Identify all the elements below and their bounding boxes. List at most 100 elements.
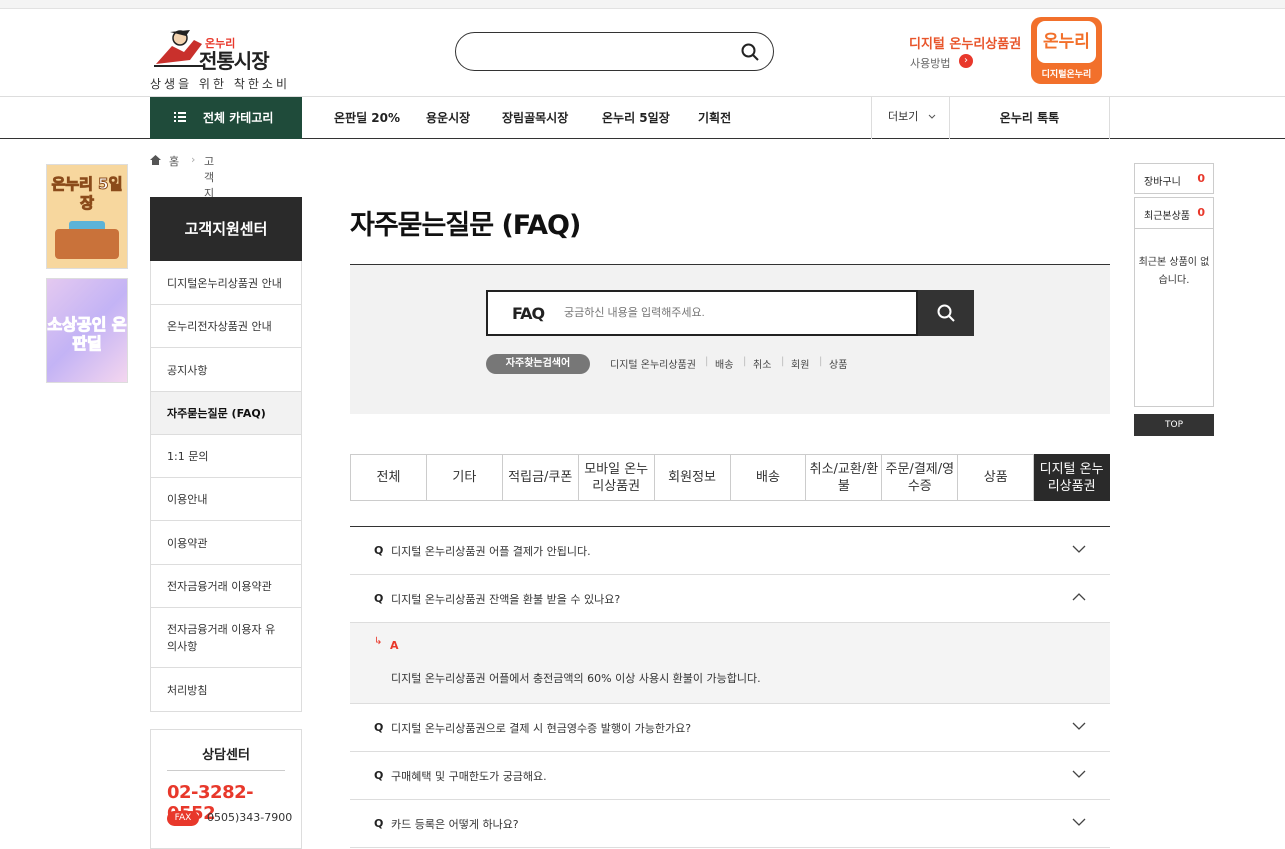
tab-delivery[interactable]: 배송 (730, 454, 807, 501)
faq-q-label: Q (374, 817, 384, 830)
faq-answer: ↳ A 디지털 온누리상품권 어플에서 충전금액의 60% 이상 사용시 환불이… (350, 623, 1110, 704)
nav-item-yongun[interactable]: 용운시장 (426, 97, 470, 139)
nav-item-janglim[interactable]: 장림골목시장 (502, 97, 568, 139)
sidebar-item-terms[interactable]: 이용약관 (150, 521, 302, 565)
recent-products-box: 최근본상품 0 최근본 상품이 없습니다. (1134, 197, 1214, 407)
faq-item[interactable]: Q 디지털 온누리상품권 잔액을 환불 받을 수 있나요? (350, 575, 1110, 623)
sidebar-item-finance-terms[interactable]: 전자금융거래 이용약관 (150, 565, 302, 608)
keyword-item[interactable]: 디지털 온누리상품권 (610, 356, 696, 371)
nav-more-label: 더보기 (888, 110, 919, 123)
breadcrumb-home[interactable]: 홈 (169, 153, 179, 169)
top-strip (0, 0, 1285, 9)
tab-all[interactable]: 전체 (350, 454, 427, 501)
chevron-down-icon (1072, 722, 1086, 730)
faq-search-input[interactable] (564, 304, 904, 322)
banner-onpandeal[interactable]: 소상공인 온판딜 (46, 278, 128, 383)
nav-item-onpandeal[interactable]: 온판딜 20% (334, 97, 400, 139)
main-nav: 전체 카테고리 온판딜 20% 용운시장 장림골목시장 온누리 5일장 기획전 … (0, 96, 1285, 139)
faq-item[interactable]: Q 구매혜택 및 구매한도가 궁금해요. (350, 752, 1110, 800)
sidebar-item-privacy[interactable]: 처리방침 (150, 668, 302, 712)
promo-card[interactable]: 온누리 디지털온누리 (1031, 17, 1102, 84)
faq-item[interactable]: Q 디지털 온누리상품권으로 결제 시 현금영수증 발행이 가능한가요? (350, 704, 1110, 752)
sidebar-item-inquiry[interactable]: 1:1 문의 (150, 435, 302, 478)
keyword-separator: | (705, 356, 709, 367)
nav-talk-button[interactable]: 온누리 톡톡 (950, 97, 1110, 139)
search-icon (937, 304, 955, 322)
keyword-item[interactable]: 취소 (753, 356, 771, 371)
recent-label[interactable]: 최근본상품 (1144, 207, 1190, 222)
breadcrumb-separator: › (191, 153, 196, 166)
sidebar-item-digital-voucher[interactable]: 디지털온누리상품권 안내 (150, 261, 302, 305)
chevron-down-icon (1072, 545, 1086, 553)
chevron-down-icon (1072, 818, 1086, 826)
banner-5day-label: 온누리 5일장 (51, 175, 123, 213)
recent-count: 0 (1197, 206, 1205, 219)
nav-item-5day[interactable]: 온누리 5일장 (602, 97, 670, 139)
faq-question: 카드 등록은 어떻게 하나요? (391, 818, 519, 831)
nav-more-button[interactable]: 더보기 (871, 97, 950, 139)
faq-search-label: FAQ (512, 304, 545, 323)
faq-search-area: FAQ 자주찾는검색어 디지털 온누리상품권 | 배송 | 취소 | 회원 | … (350, 264, 1110, 414)
all-category-button[interactable]: 전체 카테고리 (150, 97, 302, 139)
search-icon[interactable] (740, 42, 760, 62)
customer-center-box: 상담센터 02-3282-0552 FAX 0505)343-7900 (150, 729, 302, 849)
fax-badge: FAX (167, 811, 199, 826)
header-search-input[interactable] (474, 42, 724, 62)
logo-tagline: 상생을 위한 착한소비 (150, 77, 290, 91)
faq-search-button[interactable] (918, 290, 974, 336)
recent-divider (1135, 228, 1213, 229)
banner-stall (55, 229, 119, 259)
cart-count: 0 (1197, 172, 1205, 185)
promo-title[interactable]: 디지털 온누리상품권 (909, 33, 1021, 52)
faq-item[interactable]: Q 카드 등록은 어떻게 하나요? (350, 800, 1110, 848)
faq-question: 디지털 온누리상품권 어플 결제가 안됩니다. (391, 545, 591, 558)
faq-tabs: 전체 기타 적립금/쿠폰 모바일 온누리상품권 회원정보 배송 취소/교환/환불… (350, 454, 1111, 501)
tab-etc[interactable]: 기타 (426, 454, 503, 501)
cart-label: 장바구니 (1144, 177, 1181, 188)
promo-how-link[interactable]: 사용방법 (910, 55, 950, 71)
keyword-item[interactable]: 회원 (791, 356, 809, 371)
chevron-up-icon (1072, 593, 1086, 601)
cart-box[interactable]: 장바구니 0 (1134, 163, 1214, 194)
arrow-right-icon[interactable]: › (959, 54, 973, 68)
promo-card-label: 디지털온누리 (1041, 70, 1092, 80)
faq-item[interactable]: Q 디지털 온누리상품권 어플 결제가 안됩니다. (350, 527, 1110, 575)
tab-order-payment[interactable]: 주문/결제/영수증 (882, 454, 959, 501)
logo-main: 전통시장 (199, 49, 270, 73)
tab-digital-voucher[interactable]: 디지털 온누리상품권 (1034, 454, 1111, 501)
faq-q-label: Q (374, 769, 384, 782)
faq-q-label: Q (374, 544, 384, 557)
faq-a-label: A (390, 639, 399, 652)
menu-icon (174, 112, 186, 122)
home-icon[interactable] (150, 155, 161, 165)
tab-points-coupon[interactable]: 적립금/쿠폰 (502, 454, 579, 501)
tab-mobile-voucher[interactable]: 모바일 온누리상품권 (578, 454, 655, 501)
tab-cancel-refund[interactable]: 취소/교환/환불 (806, 454, 883, 501)
cs-title: 상담센터 (202, 748, 250, 763)
tab-member[interactable]: 회원정보 (654, 454, 731, 501)
scroll-top-button[interactable]: TOP (1134, 414, 1214, 436)
faq-question: 디지털 온누리상품권 잔액을 환불 받을 수 있나요? (391, 593, 621, 606)
keyword-separator: | (819, 356, 823, 367)
chevron-down-icon (1072, 770, 1086, 778)
sidebar-item-notice[interactable]: 공지사항 (150, 348, 302, 392)
keyword-item[interactable]: 상품 (829, 356, 847, 371)
sidebar-item-finance-notice[interactable]: 전자금융거래 이용자 유의사항 (150, 608, 302, 668)
faq-answer-text: 디지털 온누리상품권 어플에서 충전금액의 60% 이상 사용시 환불이 가능합… (391, 672, 761, 685)
faq-q-label: Q (374, 592, 384, 605)
banner-5day[interactable]: 온누리 5일장 (46, 164, 128, 269)
cs-divider (167, 770, 285, 771)
chevron-down-icon (928, 114, 936, 119)
all-category-label: 전체 카테고리 (203, 111, 274, 125)
nav-item-special[interactable]: 기획전 (698, 97, 731, 139)
faq-question: 구매혜택 및 구매한도가 궁금해요. (391, 770, 547, 783)
sidebar-title: 고객지원센터 (150, 197, 302, 261)
keyword-separator: | (781, 356, 785, 367)
faq-q-label: Q (374, 721, 384, 734)
sidebar-item-faq[interactable]: 자주묻는질문 (FAQ) (150, 392, 302, 435)
sidebar-item-guide[interactable]: 이용안내 (150, 478, 302, 521)
sidebar-item-e-voucher[interactable]: 온누리전자상품권 안내 (150, 305, 302, 348)
header-search (455, 32, 774, 71)
keyword-item[interactable]: 배송 (715, 356, 733, 371)
tab-product[interactable]: 상품 (958, 454, 1035, 501)
